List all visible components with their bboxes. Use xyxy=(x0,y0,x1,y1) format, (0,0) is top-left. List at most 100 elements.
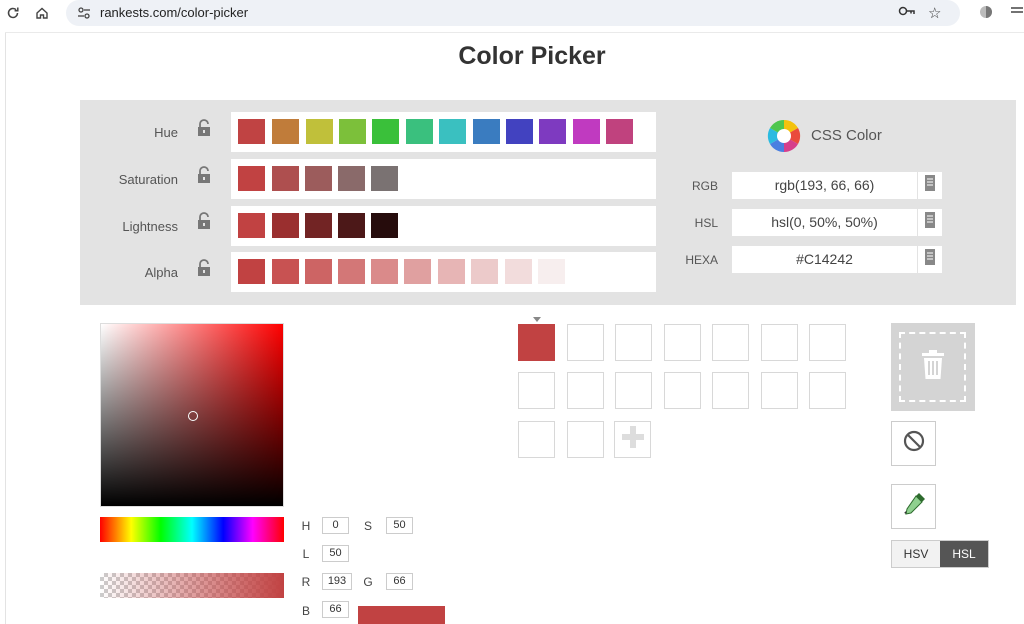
palette-cell[interactable] xyxy=(712,324,749,361)
hue-swatch[interactable] xyxy=(539,119,566,144)
l-label: L xyxy=(302,547,310,561)
hue-lock-icon[interactable] xyxy=(196,119,212,137)
palette-cell[interactable] xyxy=(518,372,555,409)
palette-cell[interactable] xyxy=(518,421,555,458)
page-border xyxy=(5,32,6,624)
lightness-swatch[interactable] xyxy=(371,213,398,238)
css-color-heading: CSS Color xyxy=(811,127,882,144)
menu-icon[interactable] xyxy=(1010,4,1024,22)
hue-swatch[interactable] xyxy=(372,119,399,144)
h-input[interactable]: 0 xyxy=(322,517,349,534)
hue-swatch[interactable] xyxy=(606,119,633,144)
lightness-swatch[interactable] xyxy=(338,213,365,238)
palette-cell[interactable] xyxy=(761,372,798,409)
l-input[interactable]: 50 xyxy=(322,545,349,562)
palette-cell[interactable] xyxy=(615,372,652,409)
g-input[interactable]: 66 xyxy=(386,573,413,590)
saturation-label: Saturation xyxy=(118,172,178,187)
saturation-swatch[interactable] xyxy=(272,166,299,191)
palette-cell[interactable] xyxy=(567,421,604,458)
palette-cell[interactable] xyxy=(615,324,652,361)
alpha-slider[interactable] xyxy=(100,573,284,598)
picker-handle[interactable] xyxy=(188,411,198,421)
selected-caret-icon xyxy=(533,317,541,322)
saturation-lock-icon[interactable] xyxy=(196,166,212,184)
alpha-swatch[interactable] xyxy=(438,259,465,284)
hsl-mode-button[interactable]: HSL xyxy=(940,541,988,567)
hue-swatch[interactable] xyxy=(473,119,500,144)
hsl-label: HSL xyxy=(694,216,718,230)
copy-rgb-button[interactable] xyxy=(918,172,942,199)
browser-toolbar: rankests.com/color-picker ☆ xyxy=(0,0,1024,26)
alpha-swatch[interactable] xyxy=(338,259,365,284)
hsv-mode-button[interactable]: HSV xyxy=(892,541,940,567)
alpha-swatch[interactable] xyxy=(305,259,332,284)
trash-dropzone-border xyxy=(899,332,966,402)
palette-cell[interactable] xyxy=(664,372,701,409)
s-input[interactable]: 50 xyxy=(386,517,413,534)
bookmark-star-icon[interactable]: ☆ xyxy=(928,4,941,22)
clear-button[interactable] xyxy=(891,421,936,466)
hue-swatch[interactable] xyxy=(506,119,533,144)
site-settings-icon[interactable] xyxy=(76,5,92,26)
alpha-swatch[interactable] xyxy=(538,259,565,284)
hue-swatch[interactable] xyxy=(339,119,366,144)
hue-slider[interactable] xyxy=(100,517,284,542)
copy-icon xyxy=(924,211,936,234)
alpha-swatch[interactable] xyxy=(238,259,265,284)
saturation-swatch[interactable] xyxy=(371,166,398,191)
palette-cell[interactable] xyxy=(809,324,846,361)
palette-cell[interactable] xyxy=(664,324,701,361)
b-label: B xyxy=(301,604,310,618)
lightness-swatches xyxy=(231,206,656,246)
extension-icon[interactable] xyxy=(978,4,994,24)
lightness-swatch[interactable] xyxy=(272,213,299,238)
hue-swatch[interactable] xyxy=(406,119,433,144)
alpha-swatch[interactable] xyxy=(272,259,299,284)
alpha-swatch[interactable] xyxy=(471,259,498,284)
password-key-icon[interactable] xyxy=(898,4,916,22)
hue-swatch[interactable] xyxy=(439,119,466,144)
hexa-value-field[interactable]: #C14242 xyxy=(732,246,917,273)
alpha-swatches xyxy=(231,252,656,292)
rgb-value-field[interactable]: rgb(193, 66, 66) xyxy=(732,172,917,199)
copy-hsl-button[interactable] xyxy=(918,209,942,236)
hue-swatch[interactable] xyxy=(573,119,600,144)
home-icon[interactable] xyxy=(33,4,51,22)
plus-icon xyxy=(620,424,646,455)
eyedropper-button[interactable] xyxy=(891,484,936,529)
b-input[interactable]: 66 xyxy=(322,601,349,618)
g-label: G xyxy=(363,575,373,589)
alpha-lock-icon[interactable] xyxy=(196,259,212,277)
reload-icon[interactable] xyxy=(4,4,22,22)
alpha-swatch[interactable] xyxy=(404,259,431,284)
lightness-lock-icon[interactable] xyxy=(196,212,212,230)
copy-hexa-button[interactable] xyxy=(918,246,942,273)
alpha-swatch[interactable] xyxy=(505,259,532,284)
copy-icon xyxy=(924,174,936,197)
saturation-swatch[interactable] xyxy=(238,166,265,191)
saturation-swatch[interactable] xyxy=(338,166,365,191)
saturation-swatches xyxy=(231,159,656,199)
trash-dropzone[interactable] xyxy=(891,323,975,411)
hue-label: Hue xyxy=(154,125,178,140)
lightness-swatch[interactable] xyxy=(305,213,332,238)
hue-swatch[interactable] xyxy=(306,119,333,144)
lightness-label: Lightness xyxy=(122,219,178,234)
hexa-label: HEXA xyxy=(685,253,718,267)
lightness-swatch[interactable] xyxy=(238,213,265,238)
r-input[interactable]: 193 xyxy=(322,573,352,590)
palette-cell[interactable] xyxy=(712,372,749,409)
palette-cell[interactable] xyxy=(761,324,798,361)
palette-cell[interactable] xyxy=(809,372,846,409)
add-color-button[interactable] xyxy=(614,421,651,458)
address-bar[interactable]: rankests.com/color-picker ☆ xyxy=(66,0,960,26)
alpha-swatch[interactable] xyxy=(371,259,398,284)
hsl-value-field[interactable]: hsl(0, 50%, 50%) xyxy=(732,209,917,236)
hue-swatch[interactable] xyxy=(272,119,299,144)
palette-cell-selected[interactable] xyxy=(518,324,555,361)
hue-swatch[interactable] xyxy=(238,119,265,144)
palette-cell[interactable] xyxy=(567,372,604,409)
saturation-swatch[interactable] xyxy=(305,166,332,191)
palette-cell[interactable] xyxy=(567,324,604,361)
